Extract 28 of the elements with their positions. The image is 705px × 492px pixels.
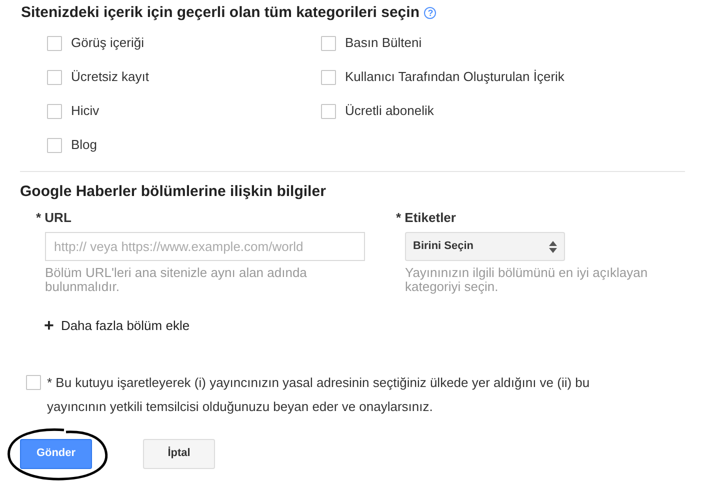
sort-arrows-icon [549,240,557,252]
checkbox-label: Görüş içeriği [71,34,144,52]
section-title: Sitenizdeki içerik için geçerli olan tüm kategorileri seçin [21,2,420,23]
helper-text: Bölüm URL'leri ana sitenizle aynı alan adında bulunmalıdır. [45,266,308,294]
checkbox[interactable] [47,70,62,84]
checkbox[interactable] [321,70,336,84]
checkbox[interactable] [47,104,62,118]
checkbox-label: Basın Bülteni [345,34,422,52]
category-dropdown[interactable]: Birini Seçin [405,232,565,261]
url-field[interactable]: http:// veya https://www.example.com/world [45,232,365,261]
helper-text: Yayınınızın ilgili bölümünü en iyi açıklayan kategoriyi seçin. [405,266,649,294]
checkbox-label: Ücretsiz kayıt [71,68,150,86]
checkbox[interactable] [321,36,336,50]
cancel-button[interactable]: İptal [143,438,215,468]
add-section-link[interactable]: + Daha fazla bölüm ekle [44,316,190,336]
plus-icon: + [44,317,54,334]
checkbox[interactable] [47,36,62,50]
checkbox-label: Blog [71,136,98,154]
consent-text: * Bu kutuyu işaretleyerek (i) yayıncınızın yasal adresinin seçtiğiniz ülkede yer aldığını ve (ii) bu yayıncının yetkili temsilcisi olduğunuzu beyan eder ve onaylarsınız. [47,374,591,416]
field-label: * Etiketler [396,209,457,224]
checkbox[interactable] [321,104,336,118]
section-title: Google Haberler bölümlerine ilişkin bilgiler [20,182,327,199]
checkbox-label: Hiciv [71,102,100,120]
checkbox-label: Ücretli abonelik [345,102,434,120]
checkbox-label: Kullanıcı Tarafından Oluşturulan İçerik [345,68,564,86]
checkbox[interactable] [26,374,41,390]
field-label: * URL [36,209,72,224]
checkbox[interactable] [47,138,62,152]
